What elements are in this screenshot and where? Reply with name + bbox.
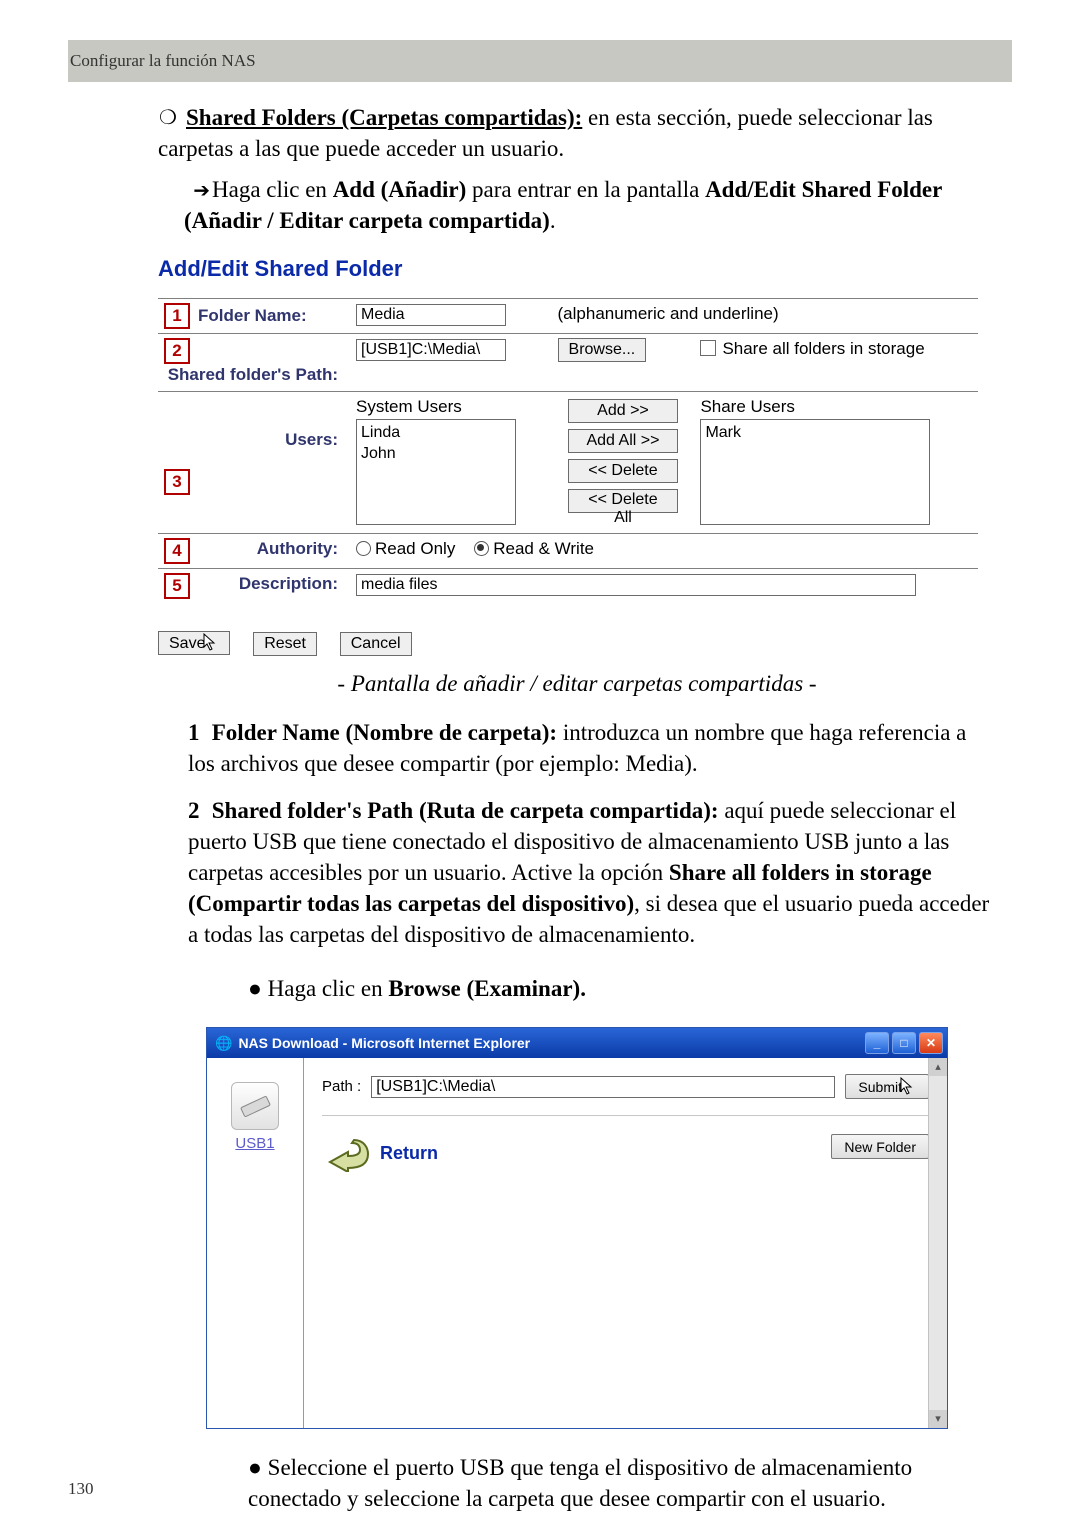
browse-path-label: Path :	[322, 1077, 361, 1097]
add-edit-panel: Add/Edit Shared Folder 1 Folder Name: (al…	[158, 254, 996, 656]
delete-user-button[interactable]: << Delete	[568, 459, 678, 483]
system-users-title: System Users	[356, 396, 546, 419]
submit-button[interactable]: Submit	[845, 1074, 929, 1099]
scroll-up-icon[interactable]: ▴	[929, 1058, 947, 1076]
authority-readonly-radio[interactable]	[356, 541, 371, 556]
intro-heading: Shared Folders (Carpetas compartidas):	[186, 105, 582, 130]
list-item-2a: ● Haga clic en Browse (Examinar).	[248, 973, 996, 1004]
window-titlebar: 🌐 NAS Download - Microsoft Internet Expl…	[207, 1028, 947, 1058]
cursor-icon	[900, 1077, 916, 1098]
file-area: Return New Folder	[322, 1115, 929, 1414]
close-button[interactable]: ✕	[919, 1032, 943, 1054]
authority-readwrite-radio[interactable]	[474, 541, 489, 556]
form-table: 1 Folder Name: (alphanumeric and underlin…	[158, 298, 978, 603]
folder-name-input[interactable]	[356, 304, 506, 326]
list-item-1: 1 Folder Name (Nombre de carpeta): intro…	[188, 717, 996, 779]
figure-caption: - Pantalla de añadir / editar carpetas c…	[158, 668, 996, 699]
add-user-button[interactable]: Add >>	[568, 399, 678, 423]
share-users-title: Share Users	[700, 396, 972, 419]
form-actions: Save Reset Cancel	[158, 631, 996, 656]
usb-icon[interactable]	[231, 1082, 279, 1130]
add-all-button[interactable]: Add All >>	[568, 429, 678, 453]
folder-name-label: Folder Name:	[198, 306, 313, 325]
cursor-icon	[203, 633, 219, 656]
reset-button[interactable]: Reset	[253, 632, 317, 656]
ie-icon: 🌐	[215, 1034, 232, 1053]
row-index-5: 5	[164, 573, 190, 599]
authority-readonly-label: Read Only	[375, 539, 455, 558]
path-input[interactable]	[356, 339, 506, 361]
browse-main: Path : Submit Return New Folder	[304, 1058, 947, 1428]
page-header: Configurar la función NAS	[68, 40, 1012, 82]
share-users-list[interactable]: Mark	[700, 419, 930, 525]
usb-label[interactable]: USB1	[207, 1134, 303, 1154]
window-title: NAS Download - Microsoft Internet Explor…	[238, 1034, 530, 1053]
share-all-label: Share all folders in storage	[722, 339, 924, 358]
delete-all-button[interactable]: << Delete All	[568, 489, 678, 513]
authority-label: Authority:	[257, 539, 344, 558]
share-all-checkbox[interactable]	[700, 340, 716, 356]
row-index-2: 2	[164, 338, 190, 364]
list-item-2: 2 Shared folder's Path (Ruta de carpeta …	[188, 795, 996, 950]
browse-path-input[interactable]	[371, 1076, 835, 1098]
row-index-4: 4	[164, 538, 190, 564]
minimize-button[interactable]: _	[865, 1032, 889, 1054]
row-index-1: 1	[164, 303, 190, 329]
users-label: Users:	[285, 430, 344, 449]
description-input[interactable]	[356, 574, 916, 596]
new-folder-button[interactable]: New Folder	[831, 1134, 929, 1159]
authority-readwrite-label: Read & Write	[493, 539, 594, 558]
cancel-button[interactable]: Cancel	[340, 632, 412, 656]
page-number: 130	[68, 1479, 94, 1499]
browse-window: 🌐 NAS Download - Microsoft Internet Expl…	[206, 1027, 948, 1429]
system-users-list[interactable]: Linda John	[356, 419, 516, 525]
list-item-2b: ● Seleccione el puerto USB que tenga el …	[248, 1452, 996, 1514]
folder-name-hint: (alphanumeric and underline)	[552, 298, 978, 333]
click-instruction: ➔Haga clic en Add (Añadir) para entrar e…	[184, 174, 996, 236]
return-icon	[322, 1134, 370, 1172]
arrow-icon: ➔	[184, 178, 210, 205]
row-index-3: 3	[164, 469, 190, 495]
save-button[interactable]: Save	[158, 631, 230, 655]
maximize-button[interactable]: □	[892, 1032, 916, 1054]
section-intro: ❍Shared Folders (Carpetas compartidas): …	[158, 102, 996, 164]
bullet-icon: ❍	[158, 105, 178, 132]
scrollbar[interactable]: ▴ ▾	[928, 1058, 947, 1428]
browse-sidebar: USB1	[207, 1058, 304, 1428]
path-label: Shared folder's Path:	[168, 366, 344, 384]
panel-title: Add/Edit Shared Folder	[158, 254, 996, 284]
browse-button[interactable]: Browse...	[558, 338, 647, 362]
scroll-down-icon[interactable]: ▾	[929, 1410, 947, 1428]
description-label: Description:	[239, 574, 344, 593]
user-move-buttons: Add >> Add All >> << Delete << Delete Al…	[558, 396, 689, 529]
